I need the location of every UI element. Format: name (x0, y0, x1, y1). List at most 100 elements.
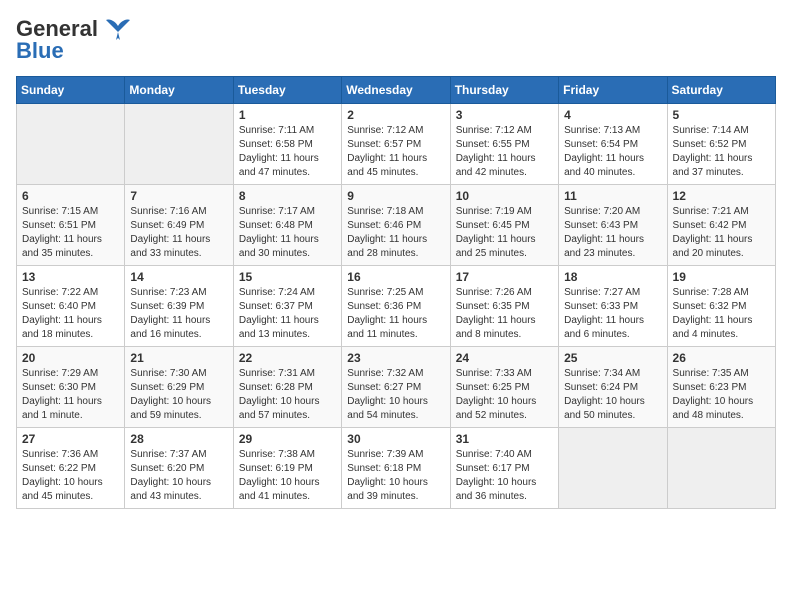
day-number: 26 (673, 351, 770, 365)
day-info: Sunrise: 7:29 AMSunset: 6:30 PMDaylight:… (22, 367, 119, 423)
day-info: Sunrise: 7:37 AMSunset: 6:20 PMDaylight:… (130, 448, 227, 504)
calendar-cell (125, 104, 233, 185)
calendar-cell: 5 Sunrise: 7:14 AMSunset: 6:52 PMDaylight… (667, 104, 775, 185)
calendar-cell: 15 Sunrise: 7:24 AMSunset: 6:37 PMDayligh… (233, 266, 341, 347)
calendar-cell (559, 428, 667, 509)
day-info: Sunrise: 7:26 AMSunset: 6:35 PMDaylight:… (456, 286, 553, 342)
day-number: 7 (130, 189, 227, 203)
day-info: Sunrise: 7:27 AMSunset: 6:33 PMDaylight:… (564, 286, 661, 342)
calendar-cell: 23Sunrise: 7:32 AMSunset: 6:27 PMDayligh… (342, 347, 450, 428)
calendar-cell: 24Sunrise: 7:33 AMSunset: 6:25 PMDayligh… (450, 347, 558, 428)
day-number: 5 (673, 108, 770, 122)
day-info: Sunrise: 7:16 AMSunset: 6:49 PMDaylight:… (130, 205, 227, 261)
calendar-cell: 31 Sunrise: 7:40 AMSunset: 6:17 PMDayligh… (450, 428, 558, 509)
calendar-cell: 16 Sunrise: 7:25 AMSunset: 6:36 PMDayligh… (342, 266, 450, 347)
logo: General Blue (16, 16, 134, 64)
day-number: 14 (130, 270, 227, 284)
day-number: 27 (22, 432, 119, 446)
day-info: Sunrise: 7:25 AMSunset: 6:36 PMDaylight:… (347, 286, 444, 342)
calendar-week-5: 27 Sunrise: 7:36 AMSunset: 6:22 PMDayligh… (17, 428, 776, 509)
day-info: Sunrise: 7:14 AMSunset: 6:52 PMDaylight:… (673, 124, 770, 180)
day-number: 12 (673, 189, 770, 203)
day-number: 15 (239, 270, 336, 284)
day-info: Sunrise: 7:31 AMSunset: 6:28 PMDaylight:… (239, 367, 336, 423)
calendar-cell: 19Sunrise: 7:28 AMSunset: 6:32 PMDayligh… (667, 266, 775, 347)
column-header-wednesday: Wednesday (342, 77, 450, 104)
day-number: 24 (456, 351, 553, 365)
day-info: Sunrise: 7:17 AMSunset: 6:48 PMDaylight:… (239, 205, 336, 261)
column-header-saturday: Saturday (667, 77, 775, 104)
column-header-thursday: Thursday (450, 77, 558, 104)
day-info: Sunrise: 7:22 AMSunset: 6:40 PMDaylight:… (22, 286, 119, 342)
calendar-cell: 26 Sunrise: 7:35 AMSunset: 6:23 PMDayligh… (667, 347, 775, 428)
day-number: 31 (456, 432, 553, 446)
day-number: 1 (239, 108, 336, 122)
calendar-cell: 21 Sunrise: 7:30 AMSunset: 6:29 PMDayligh… (125, 347, 233, 428)
day-info: Sunrise: 7:20 AMSunset: 6:43 PMDaylight:… (564, 205, 661, 261)
page-header: General Blue (16, 16, 776, 64)
day-number: 9 (347, 189, 444, 203)
calendar-cell: 8Sunrise: 7:17 AMSunset: 6:48 PMDaylight… (233, 185, 341, 266)
day-number: 29 (239, 432, 336, 446)
calendar-cell: 1Sunrise: 7:11 AMSunset: 6:58 PMDaylight… (233, 104, 341, 185)
calendar-week-4: 20 Sunrise: 7:29 AMSunset: 6:30 PMDayligh… (17, 347, 776, 428)
calendar-week-1: 1Sunrise: 7:11 AMSunset: 6:58 PMDaylight… (17, 104, 776, 185)
calendar-cell: 10 Sunrise: 7:19 AMSunset: 6:45 PMDayligh… (450, 185, 558, 266)
day-number: 11 (564, 189, 661, 203)
day-number: 13 (22, 270, 119, 284)
calendar-cell: 27 Sunrise: 7:36 AMSunset: 6:22 PMDayligh… (17, 428, 125, 509)
calendar-cell (667, 428, 775, 509)
day-info: Sunrise: 7:12 AMSunset: 6:57 PMDaylight:… (347, 124, 444, 180)
day-number: 17 (456, 270, 553, 284)
day-number: 18 (564, 270, 661, 284)
day-info: Sunrise: 7:24 AMSunset: 6:37 PMDaylight:… (239, 286, 336, 342)
day-number: 21 (130, 351, 227, 365)
calendar-body: 1Sunrise: 7:11 AMSunset: 6:58 PMDaylight… (17, 104, 776, 509)
day-number: 2 (347, 108, 444, 122)
day-info: Sunrise: 7:28 AMSunset: 6:32 PMDaylight:… (673, 286, 770, 342)
day-info: Sunrise: 7:23 AMSunset: 6:39 PMDaylight:… (130, 286, 227, 342)
calendar-week-3: 13 Sunrise: 7:22 AMSunset: 6:40 PMDayligh… (17, 266, 776, 347)
day-info: Sunrise: 7:40 AMSunset: 6:17 PMDaylight:… (456, 448, 553, 504)
day-number: 23 (347, 351, 444, 365)
calendar-cell: 13 Sunrise: 7:22 AMSunset: 6:40 PMDayligh… (17, 266, 125, 347)
column-header-tuesday: Tuesday (233, 77, 341, 104)
calendar-header-row: SundayMondayTuesdayWednesdayThursdayFrid… (17, 77, 776, 104)
day-number: 10 (456, 189, 553, 203)
day-number: 28 (130, 432, 227, 446)
calendar-cell: 2 Sunrise: 7:12 AMSunset: 6:57 PMDaylight… (342, 104, 450, 185)
day-info: Sunrise: 7:36 AMSunset: 6:22 PMDaylight:… (22, 448, 119, 504)
column-header-monday: Monday (125, 77, 233, 104)
day-number: 3 (456, 108, 553, 122)
calendar-cell: 25 Sunrise: 7:34 AMSunset: 6:24 PMDayligh… (559, 347, 667, 428)
calendar-cell: 6Sunrise: 7:15 AMSunset: 6:51 PMDaylight… (17, 185, 125, 266)
day-info: Sunrise: 7:34 AMSunset: 6:24 PMDaylight:… (564, 367, 661, 423)
calendar-cell: 3 Sunrise: 7:12 AMSunset: 6:55 PMDaylight… (450, 104, 558, 185)
day-info: Sunrise: 7:30 AMSunset: 6:29 PMDaylight:… (130, 367, 227, 423)
calendar-cell: 28 Sunrise: 7:37 AMSunset: 6:20 PMDayligh… (125, 428, 233, 509)
logo-bird-icon (102, 18, 134, 40)
calendar-cell (17, 104, 125, 185)
calendar-cell: 9 Sunrise: 7:18 AMSunset: 6:46 PMDaylight… (342, 185, 450, 266)
day-number: 4 (564, 108, 661, 122)
day-info: Sunrise: 7:38 AMSunset: 6:19 PMDaylight:… (239, 448, 336, 504)
day-number: 30 (347, 432, 444, 446)
column-header-sunday: Sunday (17, 77, 125, 104)
calendar-cell: 29 Sunrise: 7:38 AMSunset: 6:19 PMDayligh… (233, 428, 341, 509)
day-number: 22 (239, 351, 336, 365)
day-info: Sunrise: 7:18 AMSunset: 6:46 PMDaylight:… (347, 205, 444, 261)
calendar-cell: 7 Sunrise: 7:16 AMSunset: 6:49 PMDaylight… (125, 185, 233, 266)
day-info: Sunrise: 7:39 AMSunset: 6:18 PMDaylight:… (347, 448, 444, 504)
day-info: Sunrise: 7:13 AMSunset: 6:54 PMDaylight:… (564, 124, 661, 180)
day-info: Sunrise: 7:19 AMSunset: 6:45 PMDaylight:… (456, 205, 553, 261)
day-info: Sunrise: 7:35 AMSunset: 6:23 PMDaylight:… (673, 367, 770, 423)
day-number: 20 (22, 351, 119, 365)
calendar-table: SundayMondayTuesdayWednesdayThursdayFrid… (16, 76, 776, 509)
day-info: Sunrise: 7:12 AMSunset: 6:55 PMDaylight:… (456, 124, 553, 180)
day-number: 16 (347, 270, 444, 284)
calendar-cell: 12Sunrise: 7:21 AMSunset: 6:42 PMDayligh… (667, 185, 775, 266)
day-number: 25 (564, 351, 661, 365)
calendar-cell: 20 Sunrise: 7:29 AMSunset: 6:30 PMDayligh… (17, 347, 125, 428)
calendar-week-2: 6Sunrise: 7:15 AMSunset: 6:51 PMDaylight… (17, 185, 776, 266)
column-header-friday: Friday (559, 77, 667, 104)
